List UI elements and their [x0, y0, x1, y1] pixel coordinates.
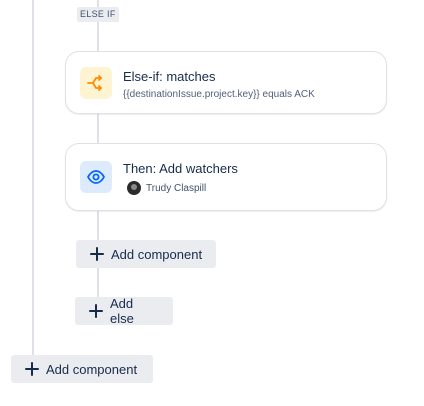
branch-icon: [80, 67, 112, 99]
watcher-name: Trudy Claspill: [146, 182, 207, 194]
add-else-button[interactable]: Add else: [75, 296, 173, 326]
add-component-outer-button[interactable]: Add component: [11, 355, 153, 383]
then-action-card[interactable]: Then: Add watchers Trudy Claspill: [65, 143, 387, 211]
outer-connector-line: [32, 0, 34, 356]
then-card-title: Then: Add watchers: [123, 161, 238, 176]
else-if-tag: ELSE IF: [77, 7, 119, 22]
eye-icon: [80, 161, 112, 193]
add-component-button-label: Add component: [111, 246, 203, 262]
add-component-button[interactable]: Add component: [76, 240, 216, 268]
plus-icon: [24, 361, 40, 377]
else-if-condition-card[interactable]: Else-if: matches {{destinationIssue.proj…: [65, 51, 387, 114]
add-component-outer-button-label: Add component: [46, 361, 138, 377]
plus-icon: [88, 303, 104, 319]
else-if-card-title: Else-if: matches: [123, 69, 216, 84]
watcher-entry: Trudy Claspill: [127, 181, 206, 195]
else-if-condition-text: {{destinationIssue.project.key}} equals …: [123, 89, 315, 100]
avatar: [127, 181, 141, 195]
add-else-button-label: Add else: [110, 296, 134, 326]
branch-connector-line-middle: [97, 114, 99, 144]
plus-icon: [89, 246, 105, 262]
